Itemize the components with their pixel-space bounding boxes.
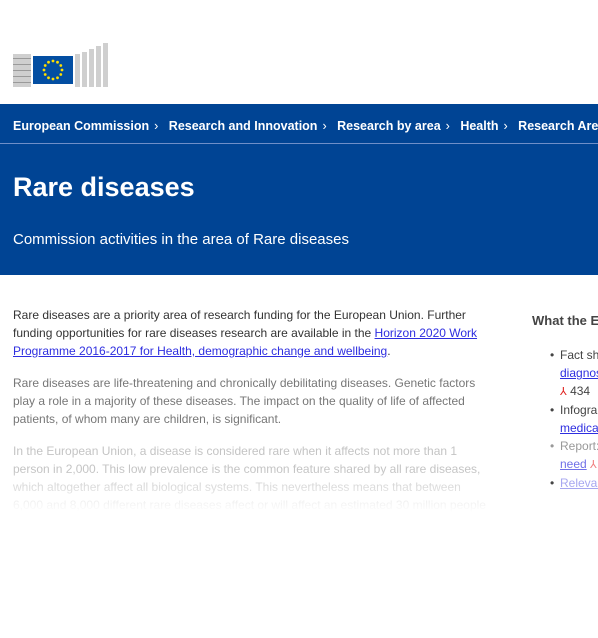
file-size: 434: [570, 384, 591, 398]
sidebar-item-fact-sheet: • Fact sh diagnos ⅄ 434: [532, 346, 598, 401]
intro-end: .: [387, 344, 391, 358]
breadcrumb-health[interactable]: Health ›: [460, 119, 507, 133]
chevron-right-icon: ›: [503, 119, 508, 133]
pdf-icon: ⅄: [590, 459, 597, 471]
intro-paragraph: Rare diseases are a priority area of res…: [13, 306, 493, 360]
breadcrumb: European Commission › Research and Innova…: [13, 119, 598, 133]
sidebar-item-label: Report:: [560, 439, 598, 453]
breadcrumb-label[interactable]: Research and Innovation: [169, 119, 318, 133]
breadcrumb-label[interactable]: European Commission: [13, 119, 149, 133]
chevron-right-icon: ›: [154, 119, 159, 133]
sidebar-item-link[interactable]: Relevan: [560, 474, 598, 492]
content-fade-overlay: [0, 470, 598, 530]
bullet-icon: •: [550, 403, 555, 417]
sidebar-item-link[interactable]: need: [560, 457, 587, 471]
sidebar-item-link[interactable]: medica: [560, 419, 598, 437]
sidebar-title: What the EU does: [532, 313, 598, 328]
description-paragraph: Rare diseases are life-threatening and c…: [13, 376, 476, 426]
sidebar-item-infographic: • Infograp medica: [532, 401, 598, 437]
pdf-icon: ⅄: [560, 386, 567, 398]
breadcrumb-research-and-innovation[interactable]: Research and Innovation ›: [169, 119, 327, 133]
sidebar: What the EU does • Fact sh diagnos ⅄ 434…: [532, 313, 598, 492]
breadcrumb-research-by-area[interactable]: Research by area ›: [337, 119, 450, 133]
sidebar-item-report: • Report: need ⅄: [532, 437, 598, 474]
bullet-icon: •: [550, 348, 555, 362]
sidebar-item-relevant: • Relevan: [532, 474, 598, 492]
page-subtitle: Commission activities in the area of Rar…: [13, 231, 349, 248]
chevron-right-icon: ›: [445, 119, 450, 133]
breadcrumb-label[interactable]: Health: [460, 119, 498, 133]
bullet-icon: •: [550, 476, 555, 490]
breadcrumb-european-commission[interactable]: European Commission ›: [13, 119, 158, 133]
sidebar-item-label: Fact sh: [560, 348, 598, 362]
breadcrumb-bar: European Commission › Research and Innova…: [0, 104, 598, 144]
breadcrumb-label[interactable]: Research by area: [337, 119, 441, 133]
european-commission-logo[interactable]: [13, 40, 109, 90]
sidebar-item-link[interactable]: diagnos: [560, 364, 598, 382]
chevron-right-icon: ›: [322, 119, 327, 133]
page-title: Rare diseases: [13, 172, 195, 202]
sidebar-list: • Fact sh diagnos ⅄ 434 • Infograp medic…: [532, 346, 598, 492]
breadcrumb-research-areas[interactable]: Research Areas›: [518, 119, 598, 133]
breadcrumb-label[interactable]: Research Areas: [518, 119, 598, 133]
bullet-icon: •: [550, 439, 555, 453]
page-header: Rare diseases Commission activities in t…: [0, 144, 598, 275]
sidebar-item-label: Infograp: [560, 403, 598, 417]
